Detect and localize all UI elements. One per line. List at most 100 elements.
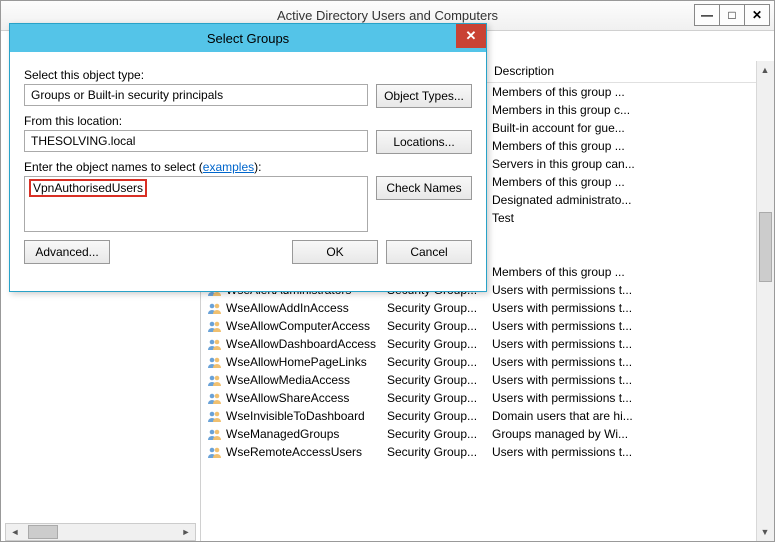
maximize-button[interactable]: □ <box>719 4 745 26</box>
group-icon <box>207 336 223 352</box>
cell-description: Built-in account for gue... <box>486 121 756 135</box>
group-icon <box>207 426 223 442</box>
cell-type: Security Group... <box>381 355 486 369</box>
group-icon <box>207 318 223 334</box>
object-names-label: Enter the object names to select (exampl… <box>24 160 472 174</box>
cell-description: Members in this group c... <box>486 103 756 117</box>
advanced-button[interactable]: Advanced... <box>24 240 110 264</box>
group-icon <box>207 390 223 406</box>
table-row[interactable]: WseAllowDashboardAccessSecurity Group...… <box>201 335 756 353</box>
cell-name: WseAllowAddInAccess <box>201 300 381 316</box>
table-row[interactable]: WseManagedGroups Security Group...Groups … <box>201 425 756 443</box>
table-row[interactable]: WseAllowShareAccess Security Group...User… <box>201 389 756 407</box>
group-icon <box>207 408 223 424</box>
cell-description: Members of this group ... <box>486 265 756 279</box>
close-button[interactable]: ✕ <box>744 4 770 26</box>
examples-link[interactable]: examples <box>203 160 254 174</box>
vertical-scrollbar[interactable]: ▲ ▼ <box>756 61 774 541</box>
dialog-footer: Advanced... OK Cancel <box>24 240 472 264</box>
table-row[interactable]: WseRemoteAccessUsers Security Group...Use… <box>201 443 756 461</box>
minimize-button[interactable]: — <box>694 4 720 26</box>
object-names-value: VpnAuthorisedUsers <box>29 179 147 197</box>
cell-name: WseAllowShareAccess <box>201 390 381 406</box>
cell-type: Security Group... <box>381 373 486 387</box>
dialog-close-button[interactable]: ✕ <box>456 24 486 48</box>
cell-type: Security Group... <box>381 409 486 423</box>
cell-description: Users with permissions t... <box>486 319 756 333</box>
cell-description: Test <box>486 211 756 225</box>
cell-description: Members of this group ... <box>486 85 756 99</box>
object-type-input[interactable] <box>24 84 368 106</box>
object-names-textarea[interactable]: VpnAuthorisedUsers <box>24 176 368 232</box>
location-label: From this location: <box>24 114 472 128</box>
group-icon <box>207 354 223 370</box>
cell-type: Security Group... <box>381 427 486 441</box>
cancel-button[interactable]: Cancel <box>386 240 472 264</box>
cell-name: WseAllowComputerAccess <box>201 318 381 334</box>
cell-description: Users with permissions t... <box>486 373 756 387</box>
cell-description: Users with permissions t... <box>486 391 756 405</box>
cell-description: Designated administrato... <box>486 193 756 207</box>
cell-description: Domain users that are hi... <box>486 409 756 423</box>
row-name-text: WseRemoteAccessUsers <box>226 445 362 459</box>
check-names-button[interactable]: Check Names <box>376 176 472 200</box>
object-names-label-suffix: ): <box>254 160 261 174</box>
cell-description: Users with permissions t... <box>486 445 756 459</box>
select-groups-dialog: Select Groups ✕ Select this object type:… <box>9 23 487 292</box>
cell-name: WseAllowDashboardAccess <box>201 336 381 352</box>
cell-type: Security Group... <box>381 391 486 405</box>
cell-description: Users with permissions t... <box>486 283 756 297</box>
row-name-text: WseInvisibleToDashboard <box>226 409 365 423</box>
locations-button[interactable]: Locations... <box>376 130 472 154</box>
group-icon <box>207 300 223 316</box>
cell-description: Users with permissions t... <box>486 355 756 369</box>
row-name-text: WseManagedGroups <box>226 427 339 441</box>
object-names-label-prefix: Enter the object names to select ( <box>24 160 203 174</box>
table-row[interactable]: WseAllowAddInAccess Security Group...User… <box>201 299 756 317</box>
cell-type: Security Group... <box>381 319 486 333</box>
location-input[interactable] <box>24 130 368 152</box>
row-name-text: WseAllowMediaAccess <box>226 373 350 387</box>
dialog-titlebar[interactable]: Select Groups ✕ <box>10 24 486 52</box>
table-row[interactable]: WseAllowHomePageLinks Security Group...Us… <box>201 353 756 371</box>
table-row[interactable]: WseAllowMediaAccess Security Group...User… <box>201 371 756 389</box>
scroll-left-icon[interactable]: ◄ <box>6 524 24 540</box>
dialog-title: Select Groups <box>207 31 289 46</box>
cell-type: Security Group... <box>381 337 486 351</box>
row-name-text: WseAllowShareAccess <box>226 391 349 405</box>
cell-name: WseAllowMediaAccess <box>201 372 381 388</box>
cell-description: Members of this group ... <box>486 139 756 153</box>
group-icon <box>207 372 223 388</box>
dialog-body: Select this object type: Object Types...… <box>10 52 486 274</box>
cell-name: WseAllowHomePageLinks <box>201 354 381 370</box>
cell-description: Users with permissions t... <box>486 337 756 351</box>
table-row[interactable]: WseAllowComputerAccess Security Group...U… <box>201 317 756 335</box>
cell-description: Servers in this group can... <box>486 157 756 171</box>
row-name-text: WseAllowHomePageLinks <box>226 355 367 369</box>
scroll-thumb[interactable] <box>759 212 772 282</box>
cell-name: WseInvisibleToDashboard <box>201 408 381 424</box>
left-horizontal-scrollbar[interactable]: ◄ ► <box>5 523 196 541</box>
scroll-up-icon[interactable]: ▲ <box>757 61 773 79</box>
window-controls: — □ ✕ <box>695 4 770 26</box>
group-icon <box>207 444 223 460</box>
row-name-text: WseAllowAddInAccess <box>226 301 349 315</box>
cell-name: WseRemoteAccessUsers <box>201 444 381 460</box>
object-types-button[interactable]: Object Types... <box>376 84 472 108</box>
ok-button[interactable]: OK <box>292 240 378 264</box>
object-type-label: Select this object type: <box>24 68 472 82</box>
cell-description: Groups managed by Wi... <box>486 427 756 441</box>
scroll-track[interactable] <box>757 79 774 523</box>
column-header-description[interactable]: Description <box>486 61 774 82</box>
main-window-title: Active Directory Users and Computers <box>277 8 498 23</box>
cell-description: Users with permissions t... <box>486 301 756 315</box>
scroll-thumb[interactable] <box>28 525 58 539</box>
cell-type: Security Group... <box>381 445 486 459</box>
row-name-text: WseAllowComputerAccess <box>226 319 370 333</box>
scroll-right-icon[interactable]: ► <box>177 524 195 540</box>
cell-type: Security Group... <box>381 301 486 315</box>
cell-description: Members of this group ... <box>486 175 756 189</box>
scroll-down-icon[interactable]: ▼ <box>757 523 773 541</box>
table-row[interactable]: WseInvisibleToDashboard Security Group...… <box>201 407 756 425</box>
cell-name: WseManagedGroups <box>201 426 381 442</box>
